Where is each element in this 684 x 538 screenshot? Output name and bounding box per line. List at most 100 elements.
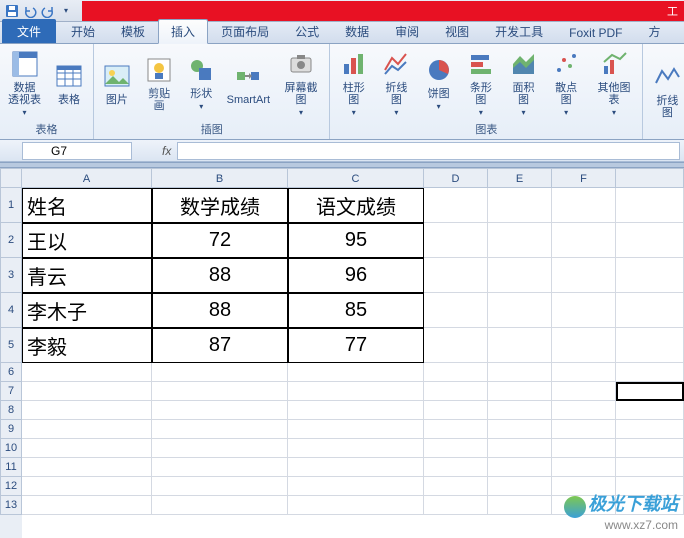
cell[interactable]: 姓名 <box>22 188 152 223</box>
spreadsheet: 1 2 3 4 5 6 7 8 9 10 11 12 13 A B C D E … <box>0 168 684 538</box>
cell[interactable] <box>488 188 552 223</box>
watermark-logo-icon <box>564 496 586 518</box>
chevron-down-icon: ▾ <box>522 108 526 117</box>
row-header[interactable]: 2 <box>0 223 22 258</box>
undo-icon[interactable] <box>22 3 38 19</box>
row-header[interactable]: 1 <box>0 188 22 223</box>
shapes-icon <box>185 54 217 86</box>
row-header[interactable]: 13 <box>0 496 22 515</box>
col-header[interactable]: B <box>152 168 288 188</box>
tab-view[interactable]: 视图 <box>432 19 482 43</box>
tab-template[interactable]: 模板 <box>108 19 158 43</box>
other-chart-button[interactable]: 其他图表▾ <box>590 46 639 119</box>
name-box[interactable]: G7 <box>22 142 132 160</box>
ribbon-group-sparklines: 折线图 <box>643 44 684 139</box>
screenshot-button[interactable]: 屏幕截图 ▾ <box>277 46 326 119</box>
save-icon[interactable] <box>4 3 20 19</box>
tab-review[interactable]: 审阅 <box>382 19 432 43</box>
tab-page-layout[interactable]: 页面布局 <box>208 19 282 43</box>
cell[interactable] <box>616 188 684 223</box>
sparkline-button[interactable]: 折线图 <box>647 59 684 121</box>
qat-dropdown-icon[interactable]: ▾ <box>58 3 74 19</box>
tab-developer[interactable]: 开发工具 <box>482 19 556 43</box>
tab-home[interactable]: 开始 <box>58 19 108 43</box>
table-row <box>22 458 684 477</box>
col-header[interactable]: A <box>22 168 152 188</box>
column-headers: A B C D E F <box>22 168 684 188</box>
tab-insert[interactable]: 插入 <box>158 19 208 44</box>
row-header[interactable]: 4 <box>0 293 22 328</box>
cells-area[interactable]: 姓名 数学成绩 语文成绩 王以 72 95 青云 88 96 李 <box>22 188 684 515</box>
cell[interactable]: 李木子 <box>22 293 152 328</box>
row-header[interactable]: 6 <box>0 363 22 382</box>
watermark-url: www.xz7.com <box>564 518 678 532</box>
select-all-corner[interactable] <box>0 168 22 188</box>
line-chart-button[interactable]: 折线图▾ <box>377 46 416 119</box>
cell[interactable] <box>424 188 488 223</box>
chevron-down-icon: ▾ <box>612 108 616 117</box>
col-header[interactable]: F <box>552 168 616 188</box>
fx-icon[interactable]: fx <box>162 144 171 158</box>
cell[interactable]: 77 <box>288 328 424 363</box>
cell[interactable]: 数学成绩 <box>152 188 288 223</box>
row-header[interactable]: 10 <box>0 439 22 458</box>
cell[interactable]: 李毅 <box>22 328 152 363</box>
cell[interactable]: 88 <box>152 258 288 293</box>
table-row: 王以 72 95 <box>22 223 684 258</box>
tab-data[interactable]: 数据 <box>332 19 382 43</box>
row-header[interactable]: 9 <box>0 420 22 439</box>
pivot-table-button[interactable]: 数据 透视表 ▾ <box>4 46 45 119</box>
table-button[interactable]: 表格 <box>49 58 89 108</box>
table-row <box>22 382 684 401</box>
cell[interactable]: 85 <box>288 293 424 328</box>
grid[interactable]: A B C D E F 姓名 数学成绩 语文成绩 王以 72 95 <box>22 168 684 538</box>
table-row <box>22 439 684 458</box>
shapes-button[interactable]: 形状 ▾ <box>182 52 220 113</box>
cell[interactable]: 95 <box>288 223 424 258</box>
row-header[interactable]: 12 <box>0 477 22 496</box>
pie-chart-button[interactable]: 饼图▾ <box>420 52 458 113</box>
picture-button[interactable]: 图片 <box>98 58 136 108</box>
cell[interactable]: 87 <box>152 328 288 363</box>
cell[interactable]: 72 <box>152 223 288 258</box>
tab-file[interactable]: 文件 <box>2 19 56 43</box>
column-chart-button[interactable]: 柱形图▾ <box>334 46 373 119</box>
formula-input[interactable] <box>177 142 680 160</box>
row-header[interactable]: 11 <box>0 458 22 477</box>
quick-access-toolbar: ▾ <box>0 3 74 19</box>
cell[interactable]: 88 <box>152 293 288 328</box>
col-header[interactable]: C <box>288 168 424 188</box>
cell[interactable]: 96 <box>288 258 424 293</box>
cell[interactable]: 青云 <box>22 258 152 293</box>
formula-bar: fx <box>162 142 680 160</box>
bar-chart-icon <box>465 48 497 80</box>
scatter-chart-button[interactable]: 散点图▾ <box>547 46 586 119</box>
table-label: 表格 <box>58 94 80 106</box>
tab-formulas[interactable]: 公式 <box>282 19 332 43</box>
window-title-text: 工 <box>667 3 678 19</box>
tab-more[interactable]: 方 <box>636 19 674 43</box>
row-headers: 1 2 3 4 5 6 7 8 9 10 11 12 13 <box>0 168 22 538</box>
chevron-down-icon: ▾ <box>564 108 568 117</box>
clipart-button[interactable]: 剪贴画 <box>140 52 179 114</box>
cell[interactable] <box>552 188 616 223</box>
window-title-band: 工 <box>82 1 684 21</box>
col-header[interactable]: E <box>488 168 552 188</box>
table-row <box>22 401 684 420</box>
smartart-button[interactable]: SmartArt <box>224 58 272 108</box>
cell[interactable]: 语文成绩 <box>288 188 424 223</box>
area-chart-button[interactable]: 面积图▾ <box>504 46 543 119</box>
col-header[interactable] <box>616 168 684 188</box>
row-header[interactable]: 7 <box>0 382 22 401</box>
col-header[interactable]: D <box>424 168 488 188</box>
bar-chart-button[interactable]: 条形图▾ <box>462 46 501 119</box>
table-row: 姓名 数学成绩 语文成绩 <box>22 188 684 223</box>
row-header[interactable]: 5 <box>0 328 22 363</box>
cell[interactable]: 王以 <box>22 223 152 258</box>
redo-icon[interactable] <box>40 3 56 19</box>
tab-foxit-pdf[interactable]: Foxit PDF <box>556 22 635 43</box>
row-header[interactable]: 8 <box>0 401 22 420</box>
row-header[interactable]: 3 <box>0 258 22 293</box>
chevron-down-icon: ▾ <box>299 108 303 117</box>
column-chart-icon <box>338 48 370 80</box>
